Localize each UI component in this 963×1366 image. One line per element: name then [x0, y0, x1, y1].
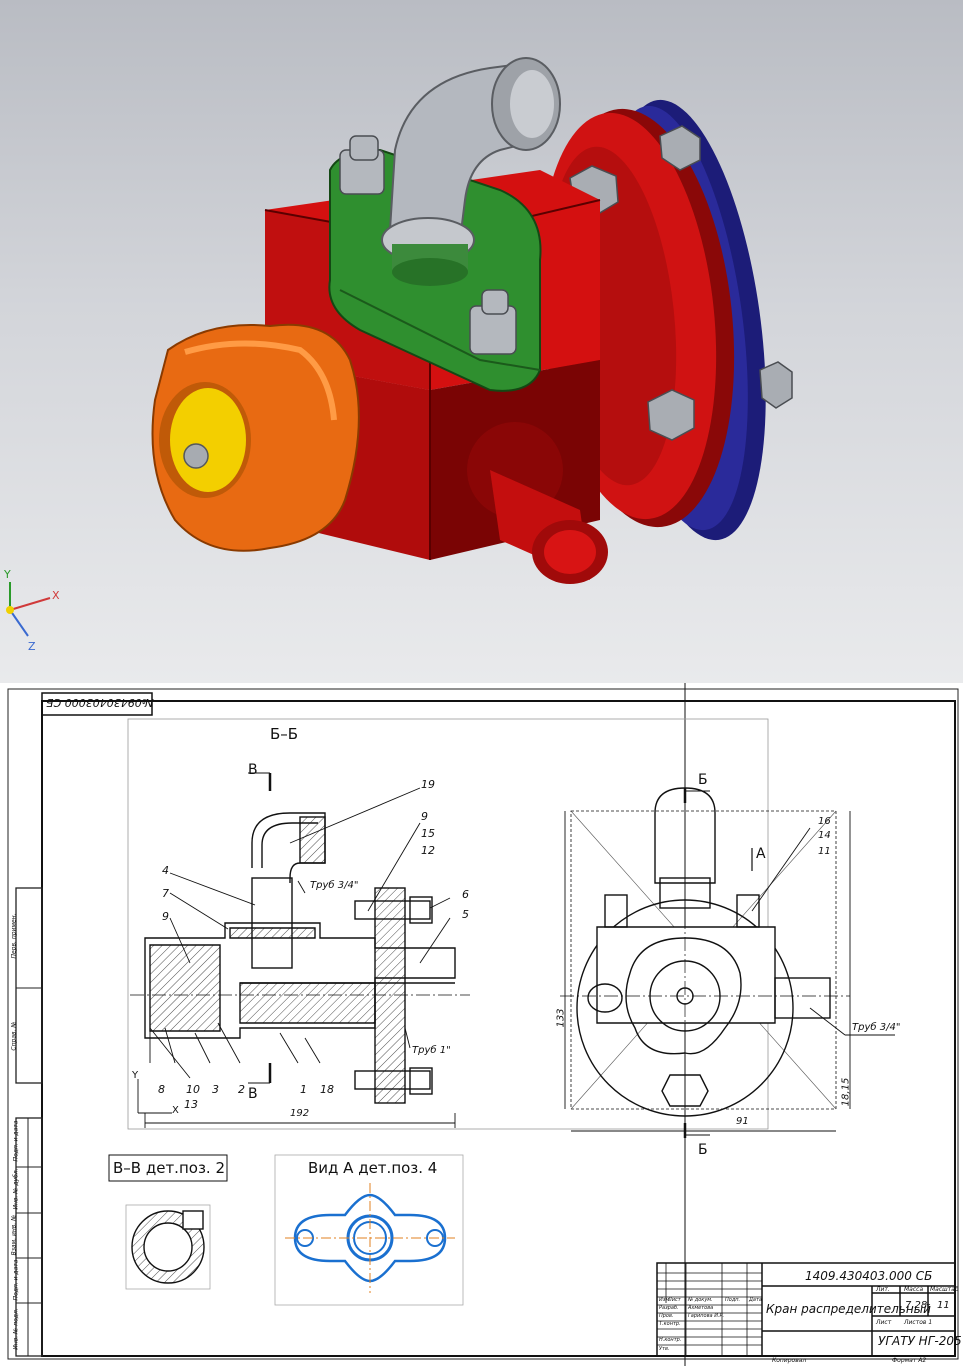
- 3d-model-viewport[interactable]: Y X Z: [0, 0, 963, 683]
- tb-mass-header: Масса: [904, 1286, 924, 1293]
- pos-16: 16: [818, 816, 831, 827]
- tb-checker-role: Пров.: [659, 1313, 674, 1319]
- tb-developer-role: Разраб.: [659, 1305, 679, 1311]
- cut-label-b-bottom: Б: [698, 1142, 708, 1158]
- tb-checker-name: Гарипова И.Р.: [688, 1313, 725, 1319]
- side-sprav: Справ. №: [10, 1021, 18, 1051]
- pos-18: 18: [320, 1083, 334, 1096]
- pos-12: 12: [421, 844, 435, 857]
- tb-lit-header: Лит.: [876, 1286, 890, 1293]
- tb-date: Дата: [749, 1297, 762, 1303]
- axis-triad-icon: [6, 582, 51, 637]
- view-a-arrow-label: А: [756, 846, 766, 862]
- side-perv-primen: Перв. примен.: [10, 913, 18, 959]
- note-pipe-side: Труб 3/4": [852, 1022, 901, 1033]
- tb-sheet: Лист: [876, 1319, 892, 1326]
- pos-1: 1: [300, 1083, 307, 1096]
- cut-label-v-bottom: В: [248, 1086, 258, 1102]
- side-podp-data2: Подп. и дата: [12, 1259, 20, 1301]
- pos-19: 19: [421, 778, 435, 791]
- tb-tcontrol: Т.контр.: [659, 1321, 681, 1327]
- pos-14: 14: [818, 830, 831, 841]
- tb-developer-name: Ахметова: [688, 1305, 714, 1311]
- section-bb-drawing: [130, 772, 470, 1128]
- note-pipe-bottom: Труб 1": [412, 1045, 451, 1056]
- tb-organization: УГАТУ НГ-205: [878, 1334, 962, 1348]
- pos-9-left: 9: [162, 910, 169, 923]
- pos-4: 4: [162, 864, 169, 877]
- side-podp-data1: Подп. и дата: [12, 1120, 20, 1162]
- pos-11: 11: [818, 846, 831, 857]
- pos-10: 10: [186, 1083, 200, 1096]
- stamp-code-rotated: №09430403000 СБ: [46, 696, 154, 709]
- tb-sheets: Листов 1: [904, 1319, 933, 1326]
- dim-133: 133: [555, 1008, 567, 1028]
- pos-15: 15: [421, 827, 435, 840]
- drawing-lines: [7, 683, 959, 1366]
- pos-3: 3: [212, 1083, 219, 1096]
- tb-ncontrol: Н.контр.: [659, 1337, 682, 1343]
- tb-format: Формат А2: [892, 1357, 927, 1364]
- note-pipe-top: Труб 3/4": [310, 880, 359, 891]
- pos-7: 7: [162, 887, 169, 900]
- side-vzam-inv: Взам. инв. №: [10, 1214, 18, 1256]
- pos-2: 2: [238, 1083, 245, 1096]
- detail-view-title: Вид А дет.поз. 4: [308, 1159, 438, 1177]
- cut-label-v-top: В: [248, 762, 258, 778]
- 3d-model-render[interactable]: [0, 0, 963, 683]
- pos-6: 6: [462, 888, 469, 901]
- view-a-detail: [274, 1154, 464, 1306]
- dim-91: 91: [736, 1116, 749, 1127]
- detail-section-title: В–В дет.поз. 2: [113, 1159, 225, 1177]
- handwheel-orange: [151, 323, 360, 552]
- dim-192: 192: [290, 1108, 310, 1119]
- tb-scale-header: Масштаб: [930, 1286, 959, 1293]
- dim-offset: 18,15: [840, 1077, 852, 1107]
- small-axis-y: Y: [132, 1070, 139, 1081]
- cut-label-b-top: Б: [698, 772, 708, 788]
- pos-8: 8: [158, 1083, 165, 1096]
- tb-designation: 1409.430403.000 СБ: [805, 1269, 933, 1283]
- tb-doc-no: № докум.: [688, 1297, 713, 1303]
- pos-5: 5: [462, 908, 469, 921]
- tb-copied: Копировал: [772, 1357, 807, 1364]
- tb-approved: Утв.: [659, 1346, 670, 1352]
- side-inv-podl: Инв. № подл.: [12, 1308, 20, 1350]
- section-title: Б–Б: [270, 725, 299, 743]
- pos-9-top: 9: [421, 810, 428, 823]
- tb-sign: Подп.: [725, 1297, 741, 1303]
- small-axis-x: X: [172, 1105, 179, 1116]
- pos-13: 13: [184, 1098, 198, 1111]
- side-inv-dubl: Инв. № дубл.: [12, 1168, 20, 1210]
- tb-mass: 7,28: [905, 1300, 928, 1311]
- tb-scale: 11: [937, 1300, 950, 1311]
- assembly-drawing-sheet: №09430403000 СБ Б–Б В В Б Б А 19 9 15 12…: [0, 683, 963, 1366]
- tb-list: Лист: [668, 1297, 681, 1303]
